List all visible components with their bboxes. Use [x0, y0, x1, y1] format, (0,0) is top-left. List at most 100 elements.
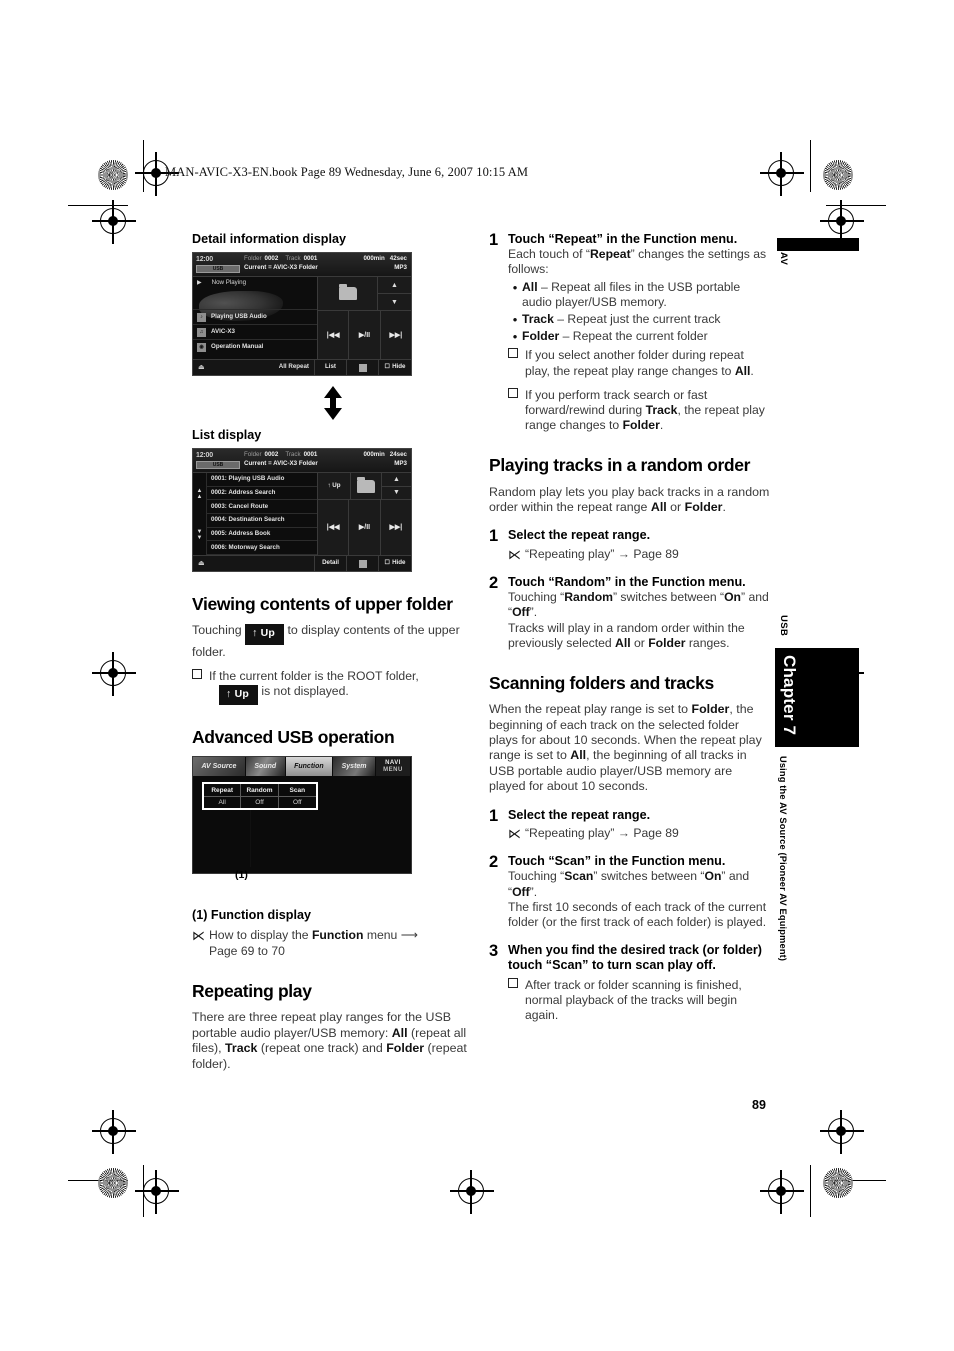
random-intro-paragraph: Random play lets you play back tracks in…	[489, 484, 770, 514]
info-row-album-text: Operation Manual	[211, 343, 264, 351]
list-previous-track-button[interactable]: |◀◀	[317, 500, 349, 555]
tab-function[interactable]: Function	[285, 757, 334, 777]
callout-number-label: (1)	[235, 869, 248, 882]
step-number: 1	[489, 231, 499, 249]
bullet-dot-icon: •	[512, 279, 518, 295]
folder-down-button[interactable]: ▼	[377, 294, 411, 311]
list-hide-label: Hide	[392, 559, 406, 567]
list-clock-time: 12:00	[196, 452, 213, 459]
list-button[interactable]: List	[314, 360, 346, 375]
list-folder-up-button[interactable]: ▲	[381, 473, 411, 487]
list-folder-button[interactable]	[350, 473, 381, 500]
upper-folder-note-body: If the current folder is the ROOT folder…	[209, 669, 419, 706]
note-square-icon	[508, 387, 525, 434]
heading-random-order: Playing tracks in a random order	[489, 455, 751, 476]
reference-arrow-icon: ⋉	[508, 825, 521, 841]
registration-mark-left-lower	[92, 1110, 136, 1154]
repeat-cell[interactable]: Repeat All	[204, 784, 242, 809]
list-display-screenshot: 12:00 USB Folder 0002 Track 0001 000min …	[192, 448, 412, 572]
list-current-folder-label: Current = AVIC-X3 Folder	[244, 460, 318, 468]
step-touch-random: 2 Touch “Random” in the Function menu. T…	[489, 575, 771, 651]
tab-system[interactable]: System	[333, 757, 377, 777]
step-random-select-range: 1 Select the repeat range. ⋉ “Repeating …	[489, 528, 771, 562]
list-folder-down-button[interactable]: ▼	[381, 486, 411, 500]
bullet-all-text: All – Repeat all files in the USB portab…	[522, 280, 771, 310]
bullet-track-term: Track	[522, 312, 554, 327]
list-track-label: Track	[285, 451, 301, 458]
bullet-folder-text: Folder – Repeat the current folder	[522, 329, 708, 344]
step-heading: Touch “Random” in the Function menu.	[508, 574, 746, 589]
track-label: Track	[285, 255, 301, 262]
right-column: 1 Touch “Repeat” in the Function menu. E…	[489, 232, 771, 1023]
random-cell[interactable]: Random Off	[241, 784, 279, 809]
play-pause-button[interactable]: ▶/II	[348, 311, 380, 359]
list-item[interactable]: 0001: Playing USB Audio	[207, 473, 317, 487]
list-item[interactable]: 0005: Address Book	[207, 528, 317, 542]
list-scrollbar[interactable]: ▲ ▲ ▼ ▼	[193, 473, 207, 555]
equalizer-button[interactable]	[346, 360, 378, 375]
book-file-header: MAN-AVIC-X3-EN.book Page 89 Wednesday, J…	[165, 165, 529, 179]
info-row-track: ♪ Playing USB Audio	[193, 309, 317, 324]
detail-information-display-caption: Detail information display	[192, 232, 346, 246]
halftone-dot-bottom-left	[98, 1168, 128, 1198]
list-item[interactable]: 0002: Address Search	[207, 487, 317, 501]
current-folder-label: Current = AVIC-X3 Folder	[244, 264, 318, 272]
list-clock-area: 12:00 USB	[196, 452, 240, 469]
list-next-track-button[interactable]: ▶▶|	[379, 500, 411, 555]
detail-meta: Folder 0002 Track 0001 000min 42sec Curr…	[240, 255, 407, 273]
list-hide-button[interactable]: ☐ Hide	[378, 556, 411, 571]
bullet-dot-icon: •	[512, 312, 518, 328]
crop-line-bottom-right-vertical	[810, 1165, 812, 1217]
random-cell-value: Off	[255, 799, 264, 807]
chapter-tab-label: Chapter 7	[780, 655, 799, 736]
list-meta: Folder 0002 Track 0001 000min 24sec Curr…	[240, 451, 407, 469]
bullet-all-desc: – Repeat all files in the USB portable a…	[522, 279, 741, 309]
eject-icon[interactable]: ⏏	[198, 364, 205, 371]
navi-menu-button[interactable]: NAVI MENU	[376, 757, 412, 777]
scroll-down-button[interactable]: ▼ ▼	[193, 514, 206, 555]
step-heading: Touch “Scan” in the Function menu.	[508, 854, 726, 869]
list-equalizer-button[interactable]	[346, 556, 378, 571]
folder-icon	[338, 284, 357, 300]
scan-step3-note-text: After track or folder scanning is finish…	[525, 977, 742, 1022]
folder-button[interactable]	[317, 277, 377, 311]
folder-up-button[interactable]: ▲	[377, 277, 411, 294]
detail-info-panel: ▶ Now Playing ♪ Playing USB Audio ♫ AVIC…	[193, 277, 317, 359]
list-play-pause-button[interactable]: ▶/II	[348, 500, 380, 555]
bullet-folder-desc: – Repeat the current folder	[562, 329, 708, 344]
up-down-arrow-icon	[324, 386, 342, 420]
list-audio-format-label: MP3	[394, 460, 407, 468]
crop-line-top-right-vertical	[810, 140, 812, 192]
navi-menu-line2: MENU	[383, 766, 403, 773]
repeat-cell-title: Repeat	[204, 784, 241, 797]
detail-button[interactable]: Detail	[314, 556, 346, 571]
step-number: 2	[489, 573, 499, 592]
next-track-button[interactable]: ▶▶|	[379, 311, 411, 359]
info-row-album: ◉ Operation Manual	[193, 339, 317, 354]
info-row-track-text: Playing USB Audio	[211, 313, 267, 321]
previous-track-button[interactable]: |◀◀	[317, 311, 349, 359]
callout-leader-line	[250, 810, 252, 868]
list-source-badge: USB	[196, 461, 240, 469]
step-number: 1	[489, 527, 499, 546]
detail-body: ▶ Now Playing ♪ Playing USB Audio ♫ AVIC…	[193, 277, 411, 359]
scroll-up-button[interactable]: ▲ ▲	[193, 473, 206, 514]
hide-button[interactable]: ☐ Hide	[378, 360, 411, 375]
up-folder-button[interactable]: ↑ Up	[317, 473, 350, 500]
tab-av-source[interactable]: AV Source	[193, 757, 246, 777]
scan-step2-sub1: Touching “Scan” switches between “On” an…	[508, 869, 750, 899]
bullet-all: • All – Repeat all files in the USB port…	[508, 280, 771, 310]
scan-cell[interactable]: Scan Off	[278, 784, 316, 808]
heading-advanced-usb-operation: Advanced USB operation	[192, 727, 395, 748]
reference-arrow-icon: ⋉	[192, 928, 205, 944]
upper-folder-note-after: is not displayed.	[261, 684, 349, 699]
list-item[interactable]: 0003: Cancel Route	[207, 500, 317, 515]
usb-section-label: USB	[778, 615, 789, 637]
hide-checkbox-icon: ☐	[384, 363, 391, 371]
registration-mark-right-lower	[820, 1110, 864, 1154]
list-item[interactable]: 0006: Motorway Search	[207, 541, 317, 556]
tab-sound[interactable]: Sound	[245, 757, 286, 777]
list-item[interactable]: 0004: Destination Search	[207, 514, 317, 528]
registration-mark-bottom-center	[450, 1170, 494, 1214]
list-eject-icon[interactable]: ⏏	[198, 560, 205, 567]
